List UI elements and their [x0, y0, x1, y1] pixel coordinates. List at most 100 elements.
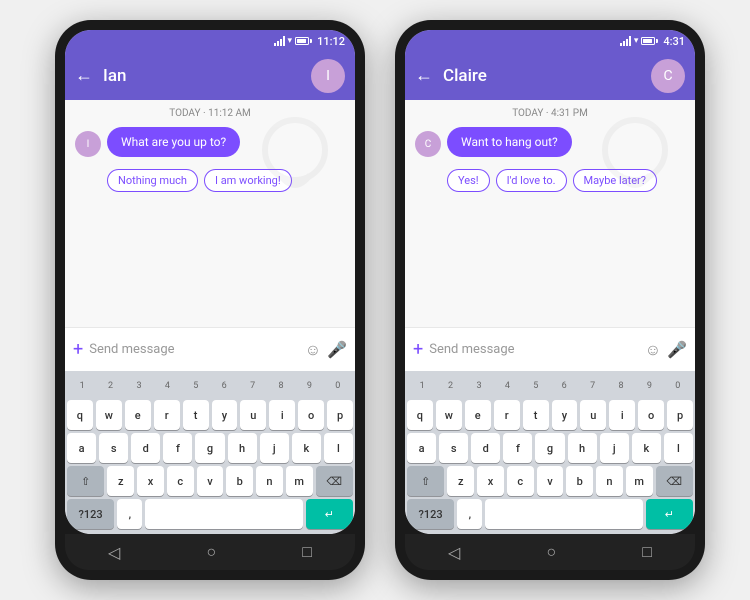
suggestion-chip-0-claire[interactable]: Yes! [447, 169, 490, 192]
delete-key-c[interactable]: ⌫ [656, 466, 693, 496]
enter-key[interactable]: ↵ [306, 499, 353, 529]
key-b[interactable]: b [226, 466, 253, 496]
key-d[interactable]: d [131, 433, 160, 463]
key-h[interactable]: h [228, 433, 257, 463]
key-h-c[interactable]: h [568, 433, 597, 463]
key-b-c[interactable]: b [566, 466, 593, 496]
key-j[interactable]: j [260, 433, 289, 463]
num-key-claire[interactable]: 7 [579, 375, 605, 397]
key-z-c[interactable]: z [447, 466, 474, 496]
key-x-c[interactable]: x [477, 466, 504, 496]
key-k-c[interactable]: k [632, 433, 661, 463]
suggestion-chip-0-ian[interactable]: Nothing much [107, 169, 198, 192]
num-key[interactable]: 7 [239, 375, 265, 397]
num-key-claire[interactable]: 4 [494, 375, 520, 397]
key-v-c[interactable]: v [537, 466, 564, 496]
key-k[interactable]: k [292, 433, 321, 463]
home-nav-icon-c[interactable]: ○ [546, 542, 556, 562]
key-y[interactable]: y [212, 400, 238, 430]
key-l[interactable]: l [324, 433, 353, 463]
key-u-c[interactable]: u [580, 400, 606, 430]
num-key-claire[interactable]: 0 [665, 375, 691, 397]
key-q-c[interactable]: q [407, 400, 433, 430]
num-key[interactable]: 8 [268, 375, 294, 397]
key-v[interactable]: v [197, 466, 224, 496]
key-g[interactable]: g [195, 433, 224, 463]
comma-key-c[interactable]: , [457, 499, 482, 529]
add-icon-claire[interactable]: + [413, 339, 423, 360]
key-c-c[interactable]: c [507, 466, 534, 496]
num-key[interactable]: 2 [97, 375, 123, 397]
num-key-claire[interactable]: 6 [551, 375, 577, 397]
emoji-icon-claire[interactable]: ☺ [645, 340, 661, 360]
key-g-c[interactable]: g [535, 433, 564, 463]
delete-key[interactable]: ⌫ [316, 466, 353, 496]
key-a-c[interactable]: a [407, 433, 436, 463]
key-n[interactable]: n [256, 466, 283, 496]
key-d-c[interactable]: d [471, 433, 500, 463]
suggestion-chip-1-claire[interactable]: I'd love to. [496, 169, 567, 192]
message-input-ian[interactable]: Send message [89, 342, 299, 357]
key-a[interactable]: a [67, 433, 96, 463]
numbers-key-c[interactable]: ?123 [407, 499, 454, 529]
key-w-c[interactable]: w [436, 400, 462, 430]
numbers-key[interactable]: ?123 [67, 499, 114, 529]
num-key-claire[interactable]: 1 [409, 375, 435, 397]
back-button-claire[interactable]: ← [415, 67, 433, 85]
key-l-c[interactable]: l [664, 433, 693, 463]
key-s[interactable]: s [99, 433, 128, 463]
shift-key-c[interactable]: ⇧ [407, 466, 444, 496]
space-key-c[interactable] [485, 499, 642, 529]
key-c[interactable]: c [167, 466, 194, 496]
num-key[interactable]: 0 [325, 375, 351, 397]
key-q[interactable]: q [67, 400, 93, 430]
key-i[interactable]: i [269, 400, 295, 430]
mic-icon-claire[interactable]: 🎤 [667, 340, 687, 359]
key-x[interactable]: x [137, 466, 164, 496]
key-i-c[interactable]: i [609, 400, 635, 430]
key-j-c[interactable]: j [600, 433, 629, 463]
key-r-c[interactable]: r [494, 400, 520, 430]
enter-key-c[interactable]: ↵ [646, 499, 693, 529]
num-key[interactable]: 6 [211, 375, 237, 397]
num-key-claire[interactable]: 5 [523, 375, 549, 397]
num-key[interactable]: 9 [296, 375, 322, 397]
key-s-c[interactable]: s [439, 433, 468, 463]
recent-nav-icon[interactable]: □ [302, 542, 312, 562]
key-p[interactable]: p [327, 400, 353, 430]
key-f-c[interactable]: f [503, 433, 532, 463]
num-key-claire[interactable]: 9 [636, 375, 662, 397]
back-nav-icon[interactable]: ◁ [108, 543, 120, 562]
num-key[interactable]: 1 [69, 375, 95, 397]
message-input-claire[interactable]: Send message [429, 342, 639, 357]
key-o-c[interactable]: o [638, 400, 664, 430]
back-button-ian[interactable]: ← [75, 67, 93, 85]
home-nav-icon[interactable]: ○ [206, 542, 216, 562]
key-e-c[interactable]: e [465, 400, 491, 430]
num-key[interactable]: 3 [126, 375, 152, 397]
num-key[interactable]: 5 [183, 375, 209, 397]
key-n-c[interactable]: n [596, 466, 623, 496]
key-t[interactable]: t [183, 400, 209, 430]
comma-key[interactable]: , [117, 499, 142, 529]
emoji-icon-ian[interactable]: ☺ [305, 340, 321, 360]
key-e[interactable]: e [125, 400, 151, 430]
key-p-c[interactable]: p [667, 400, 693, 430]
num-key[interactable]: 4 [154, 375, 180, 397]
num-key-claire[interactable]: 8 [608, 375, 634, 397]
mic-icon-ian[interactable]: 🎤 [327, 340, 347, 359]
key-u[interactable]: u [240, 400, 266, 430]
num-key-claire[interactable]: 2 [437, 375, 463, 397]
key-y-c[interactable]: y [552, 400, 578, 430]
key-m[interactable]: m [286, 466, 313, 496]
back-nav-icon-c[interactable]: ◁ [448, 543, 460, 562]
key-t-c[interactable]: t [523, 400, 549, 430]
key-f[interactable]: f [163, 433, 192, 463]
shift-key[interactable]: ⇧ [67, 466, 104, 496]
space-key[interactable] [145, 499, 302, 529]
key-m-c[interactable]: m [626, 466, 653, 496]
num-key-claire[interactable]: 3 [466, 375, 492, 397]
recent-nav-icon-c[interactable]: □ [642, 542, 652, 562]
key-o[interactable]: o [298, 400, 324, 430]
add-icon-ian[interactable]: + [73, 339, 83, 360]
